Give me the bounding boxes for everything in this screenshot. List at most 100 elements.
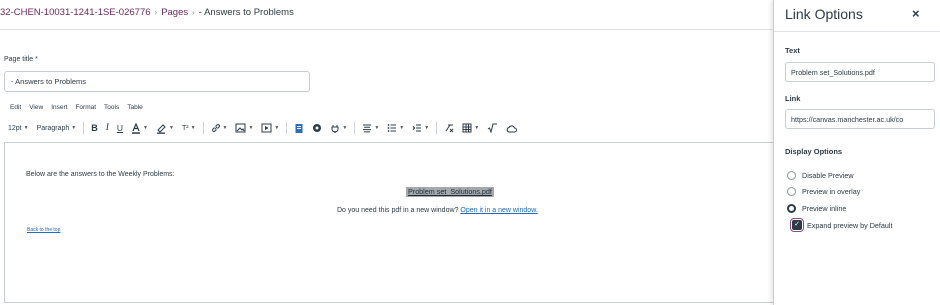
toolbar-divider (83, 122, 85, 134)
menu-edit[interactable]: Edit (10, 104, 21, 111)
font-size-select[interactable]: 12pt ▼ (4, 120, 33, 136)
media-icon (261, 123, 272, 133)
page-title-input[interactable] (4, 71, 310, 92)
chevron-down-icon: ▼ (222, 125, 228, 131)
link-url-input[interactable] (785, 109, 935, 129)
display-options-label: Display Options (785, 147, 843, 156)
radio-preview-overlay[interactable]: Preview in overlay (787, 185, 860, 197)
breadcrumb: 32-CHEN-10031-1241-1SE-026776 › Pages › … (0, 5, 294, 19)
block-format-value: Paragraph (36, 124, 70, 132)
menu-table[interactable]: Table (127, 104, 143, 111)
toolbar-divider (354, 122, 356, 134)
image-icon (235, 123, 246, 133)
radio-preview-inline[interactable]: Preview inline (787, 202, 846, 214)
chevron-down-icon: ▼ (169, 125, 174, 131)
tray-title: Link Options (785, 6, 863, 22)
chevron-down-icon: ▼ (23, 125, 29, 131)
open-new-window-link[interactable]: Open it in a new window. (460, 207, 537, 214)
intro-paragraph: Below are the answers to the Weekly Prob… (26, 171, 175, 178)
breadcrumb-current-page: - Answers to Problems (198, 6, 294, 18)
breadcrumb-pages-link[interactable]: Pages (161, 7, 188, 18)
chevron-down-icon: ▼ (342, 125, 348, 131)
equation-button[interactable] (483, 120, 502, 136)
clear-formatting-button[interactable] (440, 120, 458, 136)
radio-disable-preview[interactable]: Disable Preview (787, 169, 854, 181)
plug-icon (331, 125, 339, 133)
align-icon (363, 124, 372, 133)
document-icon (295, 123, 303, 133)
chevron-down-icon: ▼ (474, 125, 480, 131)
cloud-icon (506, 124, 518, 132)
radio-button-selected[interactable] (787, 203, 796, 213)
superscript-button[interactable]: T² ▼ (178, 120, 200, 136)
chevron-down-icon: ▼ (190, 125, 196, 131)
header-divider (0, 29, 773, 30)
apps-button[interactable] (308, 120, 326, 136)
text-label: Text (785, 46, 800, 55)
editor-content-area[interactable] (4, 142, 773, 303)
breadcrumb-separator: › (192, 7, 195, 17)
highlight-color-button[interactable]: ▼ (152, 120, 178, 136)
radio-button[interactable] (787, 170, 796, 180)
media-button[interactable]: ▼ (257, 120, 283, 136)
back-to-top-link[interactable]: Back to the top (27, 227, 60, 233)
text-color-button[interactable]: ▼ (127, 120, 152, 136)
editor-menubar: Edit View Insert Format Tools Table (10, 104, 143, 111)
radio-button[interactable] (787, 186, 796, 196)
radio-label: Preview in overlay (802, 186, 861, 196)
chevron-down-icon: ▼ (374, 125, 380, 131)
checkmark-icon[interactable]: ✓ (790, 218, 804, 232)
radio-label: Disable Preview (802, 170, 854, 180)
link-icon (211, 124, 220, 132)
chevron-down-icon: ▼ (424, 125, 430, 131)
align-button[interactable]: ▼ (358, 120, 383, 136)
toolbar-divider (286, 122, 288, 134)
indent-icon (412, 124, 422, 132)
breadcrumb-course-link[interactable]: 32-CHEN-10031-1241-1SE-026776 (0, 7, 151, 18)
expand-preview-label: Expand preview by Default (807, 220, 893, 230)
font-size-value: 12pt (8, 124, 22, 132)
table-icon (462, 123, 472, 133)
menu-tools[interactable]: Tools (104, 104, 119, 111)
underline-button[interactable]: U (113, 120, 127, 136)
new-window-question: Do you need this pdf in a new window? (337, 207, 459, 214)
highlight-pen-icon (157, 123, 166, 134)
close-icon[interactable]: × (912, 7, 920, 21)
link-label: Link (785, 94, 801, 103)
link-text-input[interactable] (785, 62, 935, 82)
link-button[interactable]: ▼ (207, 120, 232, 136)
breadcrumb-separator: › (154, 7, 158, 17)
toolbar-divider (436, 122, 438, 134)
cloud-button[interactable] (502, 120, 521, 136)
tray-divider (774, 31, 940, 32)
list-button[interactable]: ▼ (383, 120, 408, 136)
chevron-down-icon: ▼ (248, 125, 254, 131)
bold-button[interactable]: B (87, 120, 102, 136)
pdf-link-selected[interactable]: Problem set_Solutions.pdf (406, 187, 494, 197)
chevron-down-icon: ▼ (274, 125, 280, 131)
superscript-icon: T² (181, 124, 189, 132)
menu-view[interactable]: View (29, 104, 43, 111)
embed-button[interactable]: ▼ (326, 120, 351, 136)
square-root-icon (487, 123, 498, 133)
text-color-icon (132, 122, 141, 134)
table-button[interactable]: ▼ (458, 120, 483, 136)
clear-formatting-icon (445, 124, 454, 133)
menu-format[interactable]: Format (75, 104, 96, 111)
new-window-paragraph: Do you need this pdf in a new window? Op… (337, 207, 538, 214)
chevron-down-icon: ▼ (71, 125, 77, 131)
editor-toolbar: 12pt ▼ Paragraph ▼ B I U ▼ ▼ T² ▼ ▼ ▼ ▼ ▼ ▼… (4, 120, 521, 136)
apps-icon (313, 124, 322, 132)
toolbar-divider (202, 122, 204, 134)
image-button[interactable]: ▼ (231, 120, 257, 136)
page-title-label: Page title * (4, 56, 38, 63)
document-button[interactable] (290, 120, 308, 136)
italic-button[interactable]: I (102, 120, 113, 136)
link-options-tray: Link Options × Text Link Display Options… (773, 0, 940, 305)
expand-preview-checkbox-row[interactable]: ✓ Expand preview by Default (790, 218, 893, 232)
indent-button[interactable]: ▼ (408, 120, 433, 136)
bulleted-list-icon (387, 124, 397, 132)
radio-label: Preview inline (802, 203, 847, 213)
menu-insert[interactable]: Insert (51, 104, 67, 111)
block-format-select[interactable]: Paragraph ▼ (33, 120, 81, 136)
